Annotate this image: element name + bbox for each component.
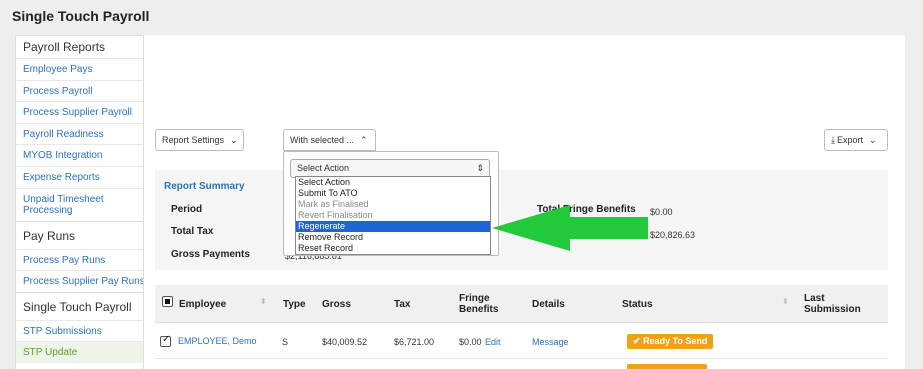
- col-gross: Gross: [322, 299, 351, 310]
- row-checkbox[interactable]: [160, 334, 171, 347]
- col-fringe-benefits: Fringe Benefits: [459, 293, 499, 315]
- period-label: Period: [171, 204, 203, 215]
- table-row: [155, 359, 888, 369]
- sidebar-item-unpaid-timesheet[interactable]: Unpaid Timesheet Processing: [16, 187, 143, 221]
- tax-cell: $6,721.00: [394, 337, 435, 347]
- col-employee[interactable]: Employee: [179, 299, 226, 310]
- updown-icon: ⇕: [476, 163, 484, 173]
- sidebar-heading-pay-runs: Pay Runs: [23, 228, 76, 243]
- sort-icon[interactable]: ⬍: [782, 297, 789, 306]
- table-header: Employee ⬍ Type Gross Tax Fringe Benefit…: [155, 285, 888, 323]
- total-tax-label: Total Tax: [171, 226, 214, 237]
- option-mark-as-finalised: Mark as Finalised: [298, 199, 369, 209]
- col-details: Details: [532, 299, 565, 310]
- report-settings-label: Report Settings: [162, 135, 225, 145]
- fringe-edit-link[interactable]: Edit: [485, 337, 501, 347]
- gross-payments-label: Gross Payments: [171, 249, 250, 260]
- report-settings-button[interactable]: Report Settings ⌄: [155, 129, 244, 151]
- sidebar-item-process-pay-runs[interactable]: Process Pay Runs: [16, 248, 143, 271]
- sidebar-item-process-supplier-pay-runs[interactable]: Process Supplier Pay Runs: [16, 270, 143, 292]
- download-icon: ⤓: [831, 134, 835, 145]
- export-button[interactable]: ⤓ Export ⌄: [824, 129, 888, 151]
- fringe-cell: $0.00: [459, 337, 482, 347]
- total-fringe-value: $0.00: [650, 207, 673, 217]
- status-badge-label: Ready To Send: [643, 336, 708, 346]
- col-tax: Tax: [394, 299, 411, 310]
- sidebar-item-process-supplier-payroll[interactable]: Process Supplier Payroll: [16, 101, 143, 123]
- option-revert-finalisation: Revert Finalisation: [298, 210, 373, 220]
- with-selected-button[interactable]: With selected ... ⌃: [283, 129, 376, 151]
- select-all-checkbox[interactable]: [162, 296, 173, 307]
- status-badge: ✔ Ready To Send: [627, 334, 714, 349]
- chevron-down-icon: ⌄: [230, 134, 238, 145]
- option-select-action[interactable]: Select Action: [296, 177, 490, 188]
- status-badge: [627, 364, 707, 369]
- annotation-arrow-icon: [492, 205, 648, 251]
- sidebar-item-expense-reports[interactable]: Expense Reports: [16, 165, 143, 188]
- sidebar-item-myob-integration[interactable]: MYOB Integration: [16, 144, 143, 166]
- details-message-link[interactable]: Message: [532, 337, 569, 347]
- with-selected-label: With selected ...: [290, 135, 355, 145]
- gross-cell: $40,009.52: [322, 337, 368, 347]
- col-status: Status: [622, 299, 653, 310]
- sort-icon[interactable]: ⬍: [260, 297, 267, 306]
- sidebar-item-stp-update[interactable]: STP Update: [16, 341, 143, 363]
- col-last-submission: Last Submission: [804, 293, 861, 315]
- option-regenerate[interactable]: Regenerate: [296, 221, 490, 232]
- sidebar-item-employee-pays[interactable]: Employee Pays: [16, 58, 143, 80]
- page-title: Single Touch Payroll: [12, 8, 150, 24]
- employee-link[interactable]: EMPLOYEE, Demo: [178, 336, 257, 346]
- table-row: EMPLOYEE, Demo S $40,009.52 $6,721.00 $0…: [155, 323, 888, 359]
- check-icon: ✔: [633, 336, 641, 346]
- sidebar-heading-stp: Single Touch Payroll: [23, 299, 132, 314]
- action-options-list: Select Action Submit To ATO Mark as Fina…: [295, 176, 491, 255]
- option-reset-record[interactable]: Reset Record: [296, 243, 490, 254]
- sidebar-heading-payroll-reports: Payroll Reports: [23, 40, 106, 54]
- chevron-down-icon: ⌄: [869, 134, 877, 145]
- summary-title: Report Summary: [164, 181, 245, 192]
- option-remove-record[interactable]: Remove Record: [296, 232, 490, 243]
- action-select-value: Select Action: [297, 163, 350, 173]
- sidebar-item-payroll-readiness[interactable]: Payroll Readiness: [16, 122, 143, 145]
- summary-other-value: $20,826.63: [650, 230, 696, 240]
- sidebar: Payroll Reports Employee Pays Process Pa…: [15, 35, 144, 369]
- option-submit-to-ato[interactable]: Submit To ATO: [296, 188, 490, 199]
- sidebar-item-process-payroll[interactable]: Process Payroll: [16, 79, 143, 102]
- col-type: Type: [283, 299, 306, 310]
- sidebar-item-stp-submissions[interactable]: STP Submissions: [16, 319, 143, 342]
- export-label: Export: [836, 135, 863, 145]
- chevron-up-icon: ⌃: [360, 134, 368, 145]
- type-cell: S: [282, 337, 289, 347]
